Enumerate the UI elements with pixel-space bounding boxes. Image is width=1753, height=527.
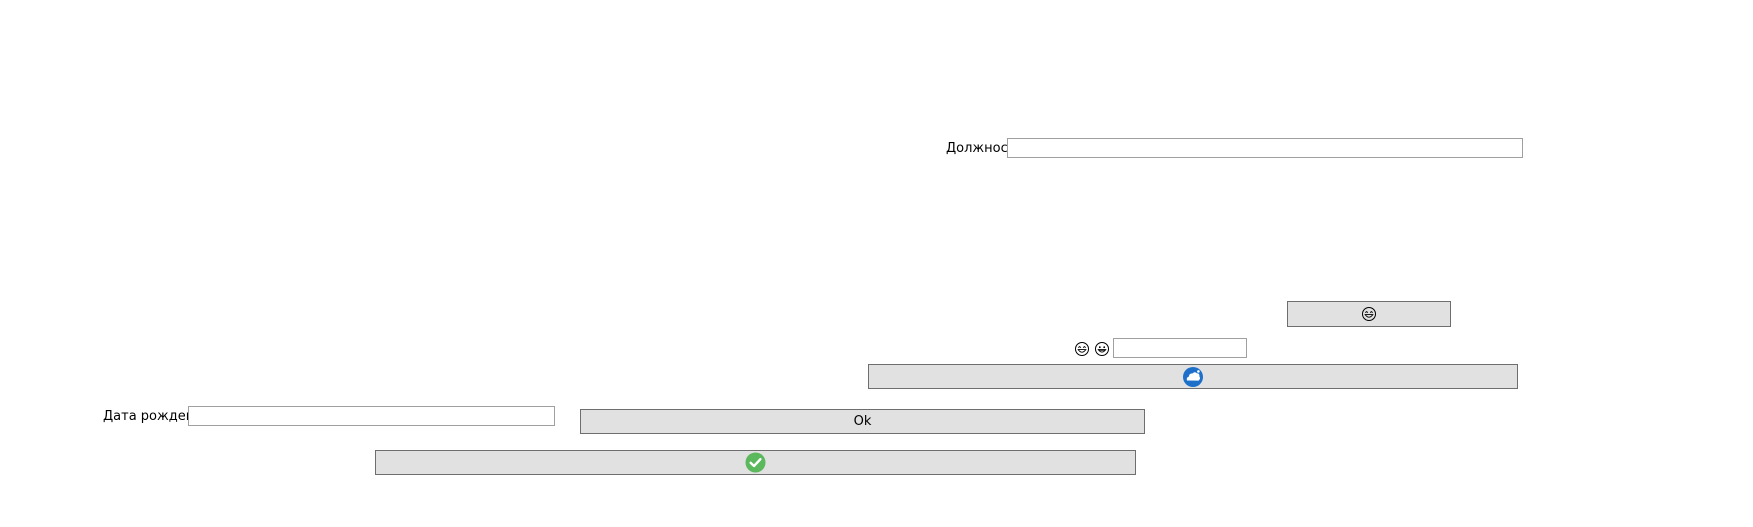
laughing-face-icon <box>1074 341 1090 357</box>
birthdate-input[interactable] <box>188 406 555 426</box>
green-check-icon <box>745 452 766 473</box>
blue-cloud-icon <box>1182 366 1204 388</box>
ok-button[interactable]: Ok <box>580 409 1145 434</box>
position-input[interactable] <box>1007 138 1523 158</box>
grinning-face-icon <box>1094 341 1110 357</box>
ok-button-label: Ok <box>853 414 872 429</box>
cloud-button[interactable] <box>868 364 1518 389</box>
laughing-face-icon <box>1361 306 1377 322</box>
confirm-button[interactable] <box>375 450 1136 475</box>
small-input[interactable] <box>1113 338 1247 358</box>
emoji-button[interactable] <box>1287 301 1451 327</box>
